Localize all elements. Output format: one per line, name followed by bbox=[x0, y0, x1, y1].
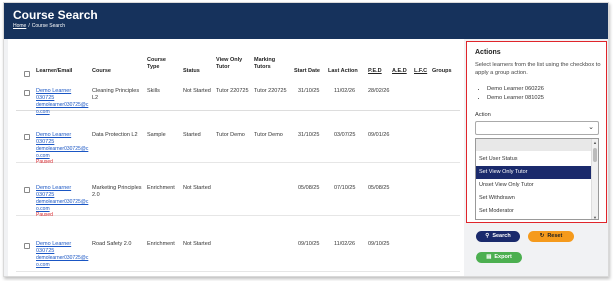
row-checkbox[interactable] bbox=[24, 90, 30, 96]
start-date-cell: 31/10/25 bbox=[298, 132, 320, 138]
course-cell: Road Safety 2.0 bbox=[92, 241, 132, 247]
status-cell: Started bbox=[183, 132, 201, 138]
row-checkbox[interactable] bbox=[24, 134, 30, 140]
status-cell: Not Started bbox=[183, 88, 211, 94]
scroll-up-icon[interactable]: ▲ bbox=[593, 140, 597, 145]
dropdown-option-blank[interactable] bbox=[476, 139, 592, 151]
reset-button-label: Reset bbox=[547, 233, 563, 239]
row-checkbox[interactable] bbox=[24, 243, 30, 249]
start-date-cell: 09/10/25 bbox=[298, 241, 320, 247]
dropdown-option-set-view-only-tutor[interactable]: Set View Only Tutor bbox=[476, 166, 592, 179]
dropdown-option-set-withdrawn[interactable]: Set Withdrawn bbox=[476, 192, 592, 205]
course-cell: Cleaning Principles L2 bbox=[92, 88, 140, 102]
results-table: Learner/Email Course Course Type Status … bbox=[8, 39, 464, 276]
breadcrumb-home-link[interactable]: Home bbox=[13, 23, 26, 29]
action-dropdown-list[interactable]: Set User Status Set View Only Tutor Unse… bbox=[475, 138, 599, 220]
file-icon: ▤ bbox=[486, 254, 492, 260]
ped-cell: 09/01/26 bbox=[368, 132, 390, 138]
col-header-aed[interactable]: A.E.D bbox=[392, 68, 412, 75]
row-checkbox[interactable] bbox=[24, 187, 30, 193]
col-header-view-only-tutor: View Only Tutor bbox=[216, 57, 243, 71]
learner-cell: Demo Learner 030725 demolearner030725@c … bbox=[36, 132, 88, 166]
col-header-marking-tutors: Marking Tutors bbox=[254, 57, 276, 71]
learner-name-link[interactable]: Demo Learner 030725 bbox=[36, 185, 88, 199]
dropdown-option-unset-view-only-tutor[interactable]: Unset View Only Tutor bbox=[476, 179, 592, 192]
last-action-cell: 11/02/26 bbox=[334, 88, 356, 94]
view-only-tutor-cell: Tutor 220725 bbox=[216, 88, 249, 94]
col-header-ped[interactable]: P.E.D bbox=[368, 68, 390, 75]
col-header-start-date: Start Date bbox=[294, 68, 320, 74]
view-only-tutor-cell: Tutor Demo bbox=[216, 132, 245, 138]
learner-cell: Demo Learner 030725 demolearner030725@c … bbox=[36, 88, 88, 115]
col-header-learner: Learner/Email bbox=[36, 68, 73, 74]
learner-cell: Demo Learner 030725 demolearner030725@c … bbox=[36, 241, 88, 268]
start-date-cell: 31/10/25 bbox=[298, 88, 320, 94]
search-button[interactable]: ⚲ Search bbox=[476, 231, 520, 242]
col-header-lfc[interactable]: L.F.C bbox=[414, 68, 434, 75]
paused-label: Paused bbox=[36, 212, 53, 219]
learner-name-link[interactable]: Demo Learner 030725 bbox=[36, 132, 88, 146]
status-cell: Not Started bbox=[183, 241, 211, 247]
page-title: Course Search bbox=[13, 8, 98, 22]
reset-button[interactable]: ↻ Reset bbox=[528, 231, 574, 242]
col-header-course: Course bbox=[92, 68, 111, 74]
last-action-cell: 03/07/25 bbox=[334, 132, 356, 138]
actions-title: Actions bbox=[475, 49, 501, 56]
search-button-label: Search bbox=[492, 233, 511, 239]
status-cell: Not Started bbox=[183, 185, 211, 191]
course-type-cell: Sample bbox=[147, 132, 166, 138]
breadcrumb: Home / Course Search bbox=[13, 23, 66, 29]
dropdown-option-set-moderator[interactable]: Set Moderator bbox=[476, 205, 592, 218]
dropdown-scrollbar[interactable]: ▲ ▼ bbox=[591, 139, 598, 219]
action-select[interactable]: ⌄ bbox=[475, 121, 599, 135]
selected-learner-item: Demo Learner 081025 bbox=[487, 95, 544, 101]
ped-cell: 28/02/26 bbox=[368, 88, 390, 94]
start-date-cell: 05/08/25 bbox=[298, 185, 320, 191]
dropdown-option-set-user-status[interactable]: Set User Status bbox=[476, 153, 592, 166]
breadcrumb-current: Course Search bbox=[31, 23, 66, 29]
chevron-down-icon: ⌄ bbox=[588, 124, 594, 131]
col-header-last-action: Last Action bbox=[328, 68, 358, 74]
ped-cell: 09/10/25 bbox=[368, 241, 390, 247]
ped-cell: 05/08/25 bbox=[368, 185, 390, 191]
row-divider bbox=[16, 271, 460, 272]
learner-cell: Demo Learner 030725 demolearner030725@c … bbox=[36, 185, 88, 219]
learner-email-link[interactable]: demolearner030725@c o.com bbox=[36, 255, 88, 268]
last-action-cell: 11/02/26 bbox=[334, 241, 356, 247]
course-cell: Data Protection L2 bbox=[92, 132, 138, 138]
select-all-checkbox[interactable] bbox=[24, 71, 30, 77]
learner-name-link[interactable]: Demo Learner 030725 bbox=[36, 241, 88, 255]
learner-email-link[interactable]: demolearner030725@c o.com bbox=[36, 146, 88, 159]
actions-panel: Actions Select learners from the list us… bbox=[466, 41, 607, 223]
content-area: Learner/Email Course Course Type Status … bbox=[4, 39, 608, 276]
course-type-cell: Enrichment bbox=[147, 241, 175, 247]
app-window: Course Search Home / Course Search Learner… bbox=[3, 2, 609, 277]
marking-tutors-cell: Tutor Demo bbox=[254, 132, 283, 138]
marking-tutors-cell: Tutor 220725 bbox=[254, 88, 287, 94]
col-header-groups: Groups bbox=[432, 68, 452, 74]
col-header-status: Status bbox=[183, 68, 200, 74]
selected-learner-item: Demo Learner 060226 bbox=[487, 86, 544, 92]
action-label: Action bbox=[475, 112, 491, 118]
search-icon: ⚲ bbox=[485, 233, 490, 239]
export-button[interactable]: ▤ Export bbox=[476, 252, 522, 263]
col-header-course-type: Course Type bbox=[147, 57, 166, 71]
export-button-label: Export bbox=[494, 254, 512, 260]
course-type-cell: Enrichment bbox=[147, 185, 175, 191]
learner-email-link[interactable]: demolearner030725@c o.com bbox=[36, 199, 88, 212]
refresh-icon: ↻ bbox=[539, 233, 545, 239]
scroll-down-icon[interactable]: ▼ bbox=[593, 215, 597, 219]
learner-email-link[interactable]: demolearner030725@c o.com bbox=[36, 102, 88, 115]
course-cell: Marketing Principles 2.0 bbox=[92, 185, 142, 199]
actions-description: Select learners from the list using the … bbox=[475, 62, 601, 76]
scrollbar-thumb[interactable] bbox=[593, 148, 597, 162]
last-action-cell: 07/10/25 bbox=[334, 185, 356, 191]
page-header: Course Search Home / Course Search bbox=[4, 3, 608, 39]
paused-label: Paused bbox=[36, 159, 53, 166]
learner-name-link[interactable]: Demo Learner 030725 bbox=[36, 88, 88, 102]
selected-learners-list: Demo Learner 060226 Demo Learner 081025 bbox=[481, 86, 544, 104]
course-type-cell: Skills bbox=[147, 88, 160, 94]
